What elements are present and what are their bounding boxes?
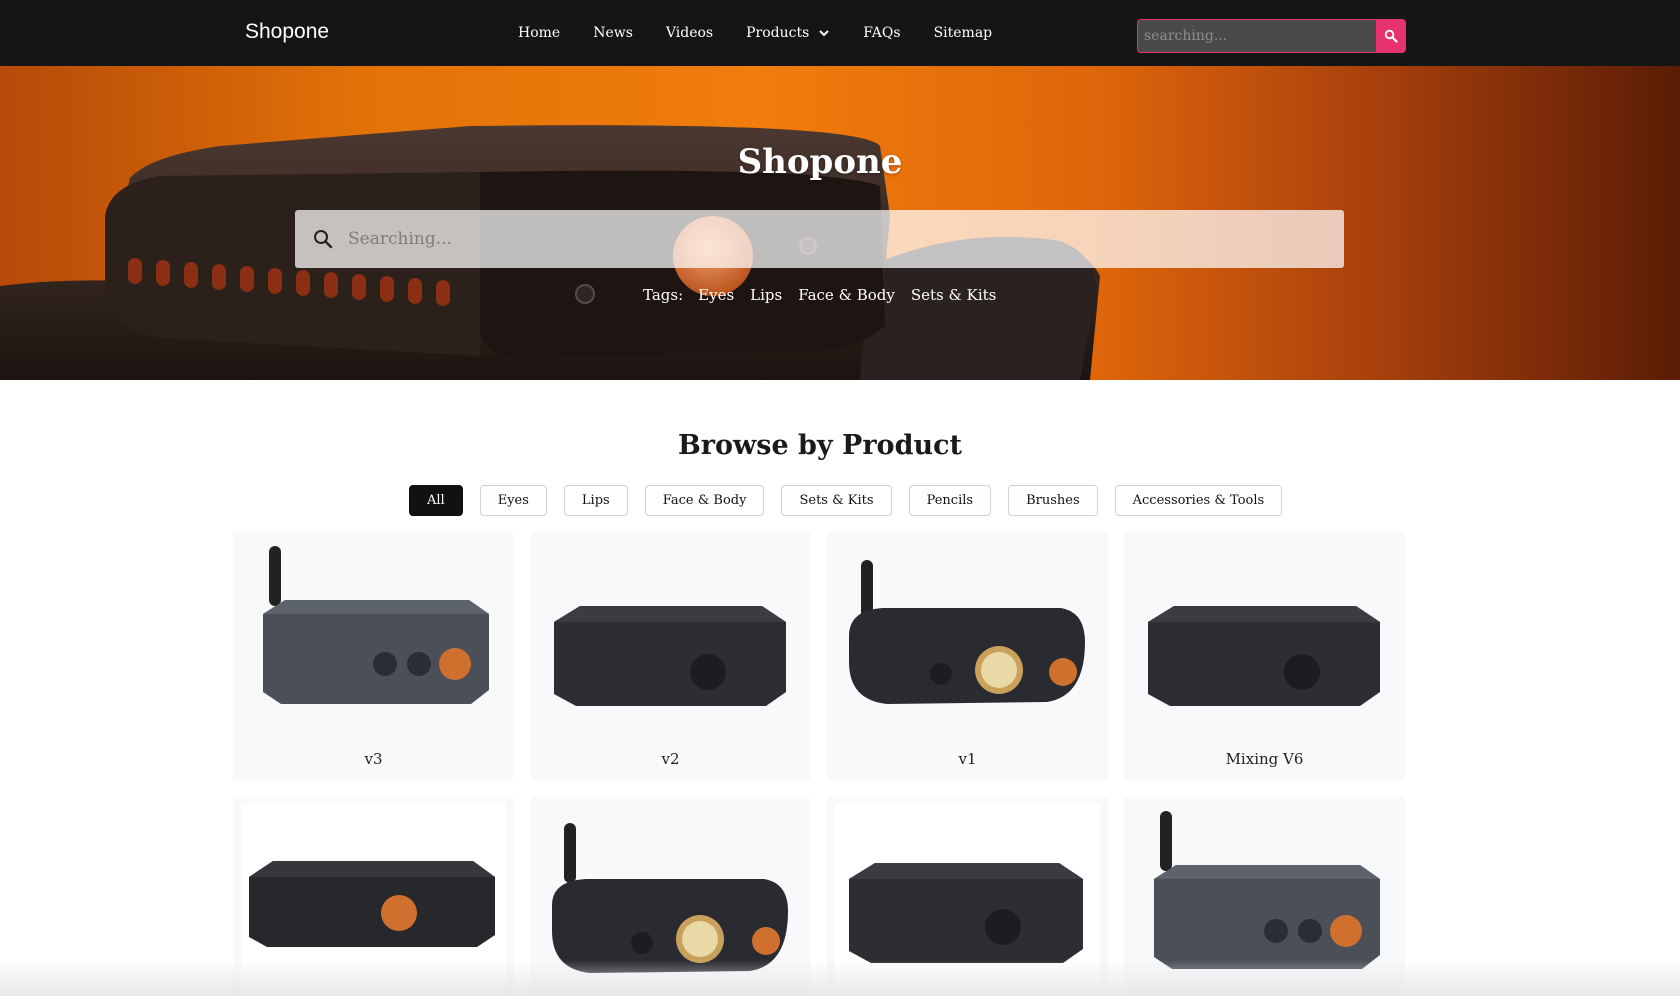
nav-news[interactable]: News [593, 25, 633, 41]
header-search-button[interactable] [1376, 20, 1405, 52]
tag-eyes[interactable]: Eyes [698, 286, 734, 304]
product-card[interactable]: v3 [233, 532, 514, 780]
search-icon [1384, 29, 1398, 43]
product-image [263, 546, 489, 704]
product-name: v2 [661, 750, 680, 768]
tag-lips[interactable]: Lips [750, 286, 782, 304]
hero-search-bar [295, 210, 1344, 268]
filter-brushes[interactable]: Brushes [1008, 485, 1098, 516]
nav-products-label: Products [746, 25, 810, 41]
filter-bar: All Eyes Lips Face & Body Sets & Kits Pe… [409, 485, 1299, 516]
nav-news-label: News [593, 25, 633, 41]
hero-tags: Tags: Eyes Lips Face & Body Sets & Kits [643, 286, 1012, 304]
product-card[interactable]: Mixing V6 [1124, 532, 1405, 780]
nav-videos-label: Videos [665, 25, 714, 41]
product-name: Mixing V6 [1225, 750, 1304, 768]
header-search-input[interactable] [1138, 20, 1376, 52]
product-image [1148, 606, 1380, 706]
top-navbar: Shopone Home News Videos Products FAQs S… [0, 0, 1680, 66]
search-icon [314, 230, 333, 249]
chevron-down-icon [819, 30, 829, 37]
filter-sets-kits[interactable]: Sets & Kits [781, 485, 892, 516]
main-nav: Home News Videos Products FAQs Sitemap [518, 0, 1025, 66]
filter-pencils[interactable]: Pencils [908, 485, 992, 516]
nav-home[interactable]: Home [518, 25, 560, 41]
filter-lips[interactable]: Lips [563, 485, 628, 516]
filter-face-body[interactable]: Face & Body [644, 485, 765, 516]
filter-all[interactable]: All [409, 485, 463, 516]
hero-title: Shopone [737, 142, 903, 182]
product-image [849, 560, 1085, 704]
product-name: v3 [364, 750, 383, 768]
header-search [1137, 19, 1406, 53]
hero-banner: Shopone Tags: Eyes Lips Face & Body Sets… [0, 66, 1680, 380]
nav-products[interactable]: Products [746, 25, 830, 41]
filter-eyes[interactable]: Eyes [479, 485, 547, 516]
brand-logo[interactable]: Shopone [245, 20, 329, 44]
nav-sitemap-label: Sitemap [933, 25, 993, 41]
hero-search-input[interactable] [348, 210, 1344, 268]
filter-accessories-tools[interactable]: Accessories & Tools [1114, 485, 1283, 516]
nav-faqs[interactable]: FAQs [863, 25, 900, 41]
product-name: v1 [958, 750, 977, 768]
nav-videos[interactable]: Videos [666, 25, 713, 41]
nav-home-label: Home [518, 25, 561, 41]
nav-faqs-label: FAQs [863, 25, 901, 41]
nav-sitemap[interactable]: Sitemap [934, 25, 993, 41]
tags-label: Tags: [643, 286, 684, 304]
product-card[interactable]: v1 [827, 532, 1108, 780]
tag-sets-kits[interactable]: Sets & Kits [911, 286, 997, 304]
tag-face-body[interactable]: Face & Body [798, 286, 895, 304]
browse-title: Browse by Product [677, 430, 962, 461]
product-card[interactable]: v2 [530, 532, 811, 780]
bottom-fade [0, 960, 1680, 996]
product-image [554, 606, 786, 706]
